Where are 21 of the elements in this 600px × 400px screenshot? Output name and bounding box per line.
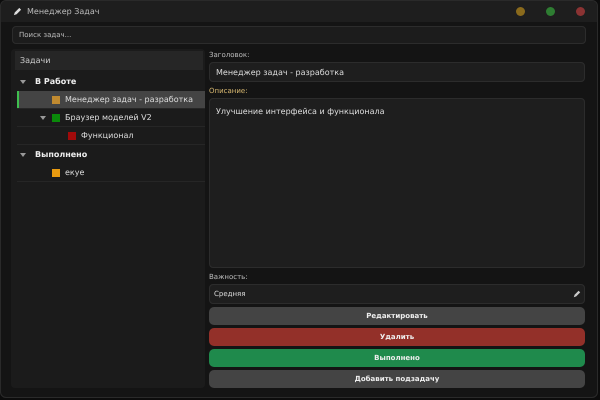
- pen-icon: [13, 7, 22, 16]
- caret-icon[interactable]: [19, 150, 27, 158]
- window-control[interactable]: [546, 7, 555, 16]
- description-field[interactable]: Улучшение интерфейса и функционала: [209, 98, 585, 268]
- group-label[interactable]: В Работе: [35, 77, 76, 86]
- tree-header: Задачи: [15, 51, 203, 70]
- tree-item[interactable]: Браузер моделей V2: [17, 109, 205, 127]
- window-control[interactable]: [516, 7, 525, 16]
- tree-item[interactable]: Функционал: [17, 127, 205, 145]
- title-field[interactable]: Менеджер задач - разработка: [209, 62, 585, 82]
- tree-item[interactable]: екуе: [17, 164, 205, 182]
- group-label[interactable]: Выполнено: [35, 150, 88, 159]
- window-title: Менеджер Задач: [27, 7, 100, 16]
- caret-icon[interactable]: [39, 114, 47, 122]
- pen-icon: [573, 290, 581, 298]
- tree-item[interactable]: Менеджер задач - разработка: [17, 91, 205, 109]
- item-label: екуе: [65, 168, 84, 177]
- item-label: Браузер моделей V2: [65, 113, 152, 122]
- caret-icon[interactable]: [19, 78, 27, 86]
- item-label: Менеджер задач - разработка: [65, 95, 193, 104]
- item-label: Функционал: [81, 131, 134, 140]
